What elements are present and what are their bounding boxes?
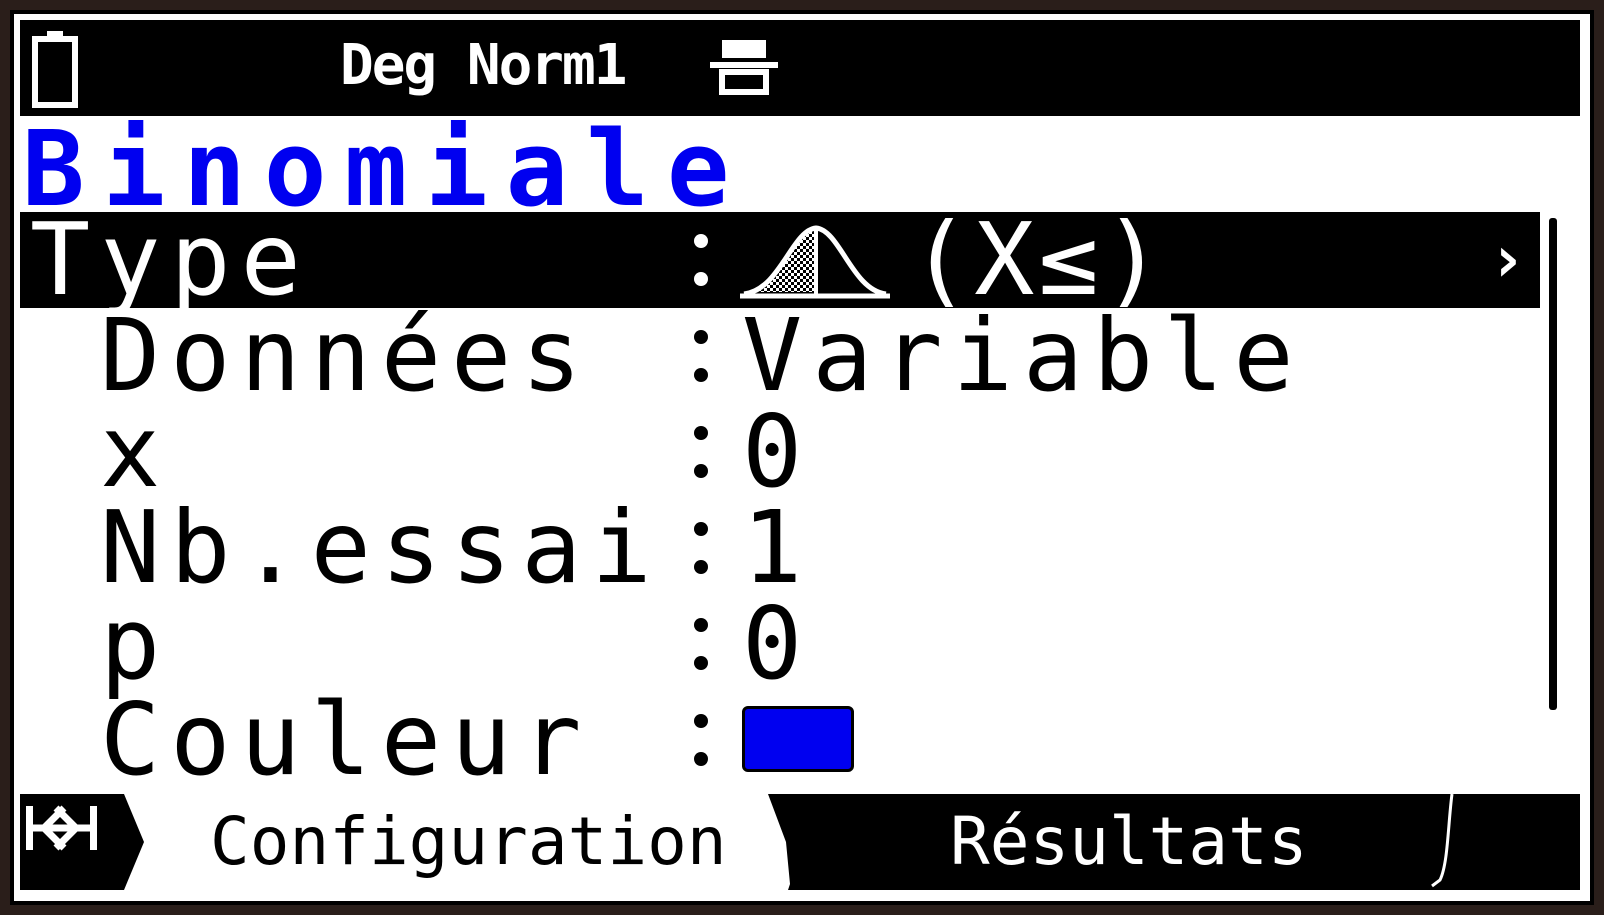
setting-value: Variable bbox=[742, 297, 1304, 414]
color-swatch bbox=[742, 706, 854, 772]
setting-value: 1 bbox=[742, 489, 813, 606]
calculator-screen: Deg Norm1 Binomiale Type (X≤) › Données … bbox=[10, 10, 1594, 905]
setting-label: Type bbox=[30, 201, 311, 318]
tab-resultats[interactable]: Résultats bbox=[950, 794, 1310, 890]
setting-value: 0 bbox=[742, 393, 813, 510]
colon-separator bbox=[690, 424, 710, 484]
setting-label: Données bbox=[100, 297, 592, 414]
setting-label: p bbox=[100, 585, 171, 702]
scroll-thumb[interactable] bbox=[1549, 218, 1557, 710]
setting-row-couleur[interactable]: Couleur bbox=[20, 681, 1540, 798]
colon-separator bbox=[690, 712, 710, 772]
setting-row-type[interactable]: Type (X≤) › bbox=[20, 201, 1540, 318]
tab-bar: Configuration Résultats bbox=[20, 794, 1580, 890]
setting-label: x bbox=[100, 393, 171, 510]
colon-separator bbox=[690, 616, 710, 676]
colon-separator bbox=[690, 520, 710, 580]
colon-separator bbox=[690, 232, 710, 292]
tab-configuration[interactable]: Configuration bbox=[210, 794, 730, 890]
display-mode-icon bbox=[710, 40, 778, 95]
distribution-lower-tail-icon bbox=[740, 225, 890, 299]
setting-value: 0 bbox=[742, 585, 813, 702]
battery-icon bbox=[32, 31, 78, 108]
setting-row-nb-essai[interactable]: Nb.essai 1 bbox=[20, 489, 1540, 606]
status-bar: Deg Norm1 bbox=[20, 20, 1580, 116]
status-mode-text: Deg Norm1 bbox=[340, 33, 627, 98]
setting-row-p[interactable]: p 0 bbox=[20, 585, 1540, 702]
jump-end-icon[interactable] bbox=[20, 794, 110, 862]
setting-label: Couleur bbox=[100, 681, 592, 798]
type-condition: (X≤) bbox=[910, 201, 1167, 318]
setting-label: Nb.essai bbox=[100, 489, 662, 606]
setting-row-donnees[interactable]: Données Variable bbox=[20, 297, 1540, 414]
chevron-right-icon: › bbox=[1488, 223, 1527, 297]
setting-row-x[interactable]: x 0 bbox=[20, 393, 1540, 510]
scrollbar[interactable] bbox=[1546, 218, 1560, 710]
colon-separator bbox=[690, 328, 710, 388]
